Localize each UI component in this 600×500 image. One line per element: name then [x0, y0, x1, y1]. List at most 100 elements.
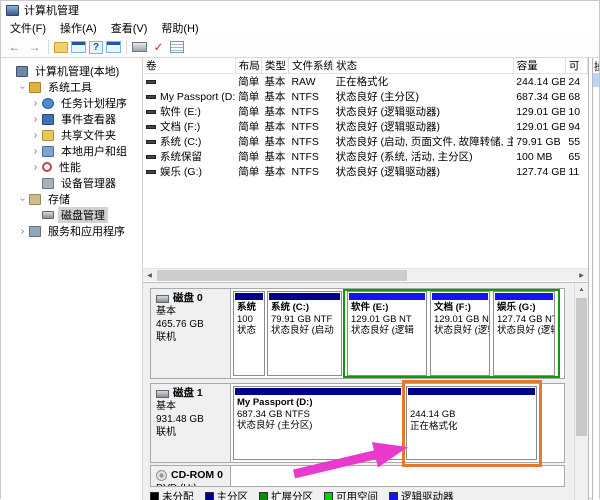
column-header-free[interactable]: 可	[565, 58, 587, 74]
column-header-layout[interactable]: 布局	[235, 58, 261, 74]
shared-folders-icon	[42, 130, 54, 141]
drive-icon[interactable]	[132, 42, 147, 52]
sidebar-item-disk-management[interactable]: 磁盘管理	[1, 207, 142, 223]
volume-row[interactable]: 娱乐 (G:)简单基本NTFS状态良好 (逻辑驱动器)127.74 GB11	[143, 164, 588, 179]
tree-item-label: 计算机管理(本地)	[32, 63, 122, 79]
actions-pane-header: 操作	[594, 59, 599, 74]
volume-icon	[146, 110, 156, 114]
horizontal-scrollbar-thumb[interactable]	[157, 270, 407, 281]
column-header-status[interactable]: 状态	[333, 58, 514, 74]
sidebar-item-storage[interactable]: 存储	[1, 191, 142, 207]
cell-type: 基本	[261, 89, 288, 104]
partition-line2: 129.01 GB NTF	[431, 314, 489, 326]
properties-icon[interactable]	[170, 41, 184, 53]
partition-text: 系统100状态	[234, 301, 264, 337]
partition-block[interactable]: 软件 (E:)129.01 GB NT状态良好 (逻辑	[347, 291, 427, 376]
cell-layout: 简单	[235, 119, 261, 134]
scroll-left-icon[interactable]: ◀	[143, 269, 156, 282]
disk-info-line: 基本	[156, 400, 225, 413]
cell-volume: 娱乐 (G:)	[143, 164, 235, 179]
disk-name: 磁盘 0	[156, 292, 225, 305]
column-header-fs[interactable]: 文件系统	[288, 58, 332, 74]
users-icon	[42, 146, 54, 157]
volume-list-pane: 卷布局类型文件系统状态容量可简单基本RAW正在格式化244.14 GB24My …	[143, 58, 588, 283]
menu-item-view[interactable]: 查看(V)	[104, 18, 155, 38]
cell-type: 基本	[261, 74, 288, 90]
legend-label: 扩展分区	[271, 489, 313, 500]
scroll-up-icon[interactable]: ▲	[575, 283, 588, 296]
volume-row[interactable]: 简单基本RAW正在格式化244.14 GB24	[143, 74, 588, 90]
partition-line1: 文档 (F:)	[431, 301, 489, 314]
cell-volume: 文档 (F:)	[143, 119, 235, 134]
sidebar-item-system-tools[interactable]: 系统工具	[1, 79, 142, 95]
menu-item-help[interactable]: 帮助(H)	[154, 18, 205, 38]
partition-type-bar	[235, 293, 263, 300]
sidebar-item-shared-folders[interactable]: 共享文件夹	[1, 127, 142, 143]
toolbar: ←→? ✓	[1, 37, 599, 58]
cell-status: 状态良好 (主分区)	[333, 89, 514, 104]
collapsed-chevron-icon[interactable]	[30, 114, 41, 125]
horizontal-scrollbar[interactable]: ◀ ▶	[143, 268, 588, 281]
partition-line3: 状态良好 (启动	[268, 325, 341, 337]
tools-icon	[29, 82, 41, 93]
menu-item-file[interactable]: 文件(F)	[3, 18, 53, 38]
partition-block[interactable]: My Passport (D:)687.34 GB NTFS状态良好 (主分区)	[233, 386, 403, 460]
volume-row[interactable]: My Passport (D:)简单基本NTFS状态良好 (主分区)687.34…	[143, 89, 588, 104]
cell-type: 基本	[261, 149, 288, 164]
legend-item-free-space: 可用空间	[324, 489, 378, 500]
actions-pane-selected-item[interactable]	[593, 73, 599, 87]
vertical-scrollbar-thumb[interactable]	[576, 298, 587, 436]
collapsed-chevron-icon[interactable]	[30, 98, 41, 109]
action-pane-icon[interactable]	[106, 41, 121, 53]
sidebar-item-task-scheduler[interactable]: 任务计划程序	[1, 95, 142, 111]
expanded-chevron-icon[interactable]	[17, 194, 28, 205]
folder-up-icon[interactable]	[54, 42, 68, 53]
disk-label-disk-1[interactable]: 磁盘 1基本931.48 GB联机	[151, 384, 231, 462]
disk-box-disk-0: 磁盘 0基本465.76 GB联机系统100状态系统 (C:)79.91 GB …	[150, 288, 565, 379]
vertical-scrollbar[interactable]: ▲	[574, 283, 588, 500]
partition-block[interactable]: 娱乐 (G:)127.74 GB NTF状态良好 (逻辑	[493, 291, 555, 376]
sidebar-item-local-users-groups[interactable]: 本地用户和组	[1, 143, 142, 159]
partition-block[interactable]: 文档 (F:)129.01 GB NTF状态良好 (逻辑	[430, 291, 490, 376]
sidebar-item-event-viewer[interactable]: 事件查看器	[1, 111, 142, 127]
tree-item-label: 系统工具	[45, 79, 95, 95]
back-icon[interactable]: ←	[6, 39, 23, 56]
partition-line3: 状态良好 (逻辑	[348, 325, 426, 337]
collapsed-chevron-icon[interactable]	[30, 162, 41, 173]
check-icon[interactable]: ✓	[150, 39, 167, 56]
column-header-volume[interactable]: 卷	[143, 58, 235, 74]
cell-volume: 系统保留	[143, 149, 235, 164]
disk-label-disk-0[interactable]: 磁盘 0基本465.76 GB联机	[151, 289, 231, 378]
cell-free: 68	[565, 89, 587, 104]
disk-info-line: 465.76 GB	[156, 318, 225, 331]
column-header-capacity[interactable]: 容量	[513, 58, 565, 74]
scroll-right-icon[interactable]: ▶	[575, 269, 588, 282]
volume-row[interactable]: 系统 (C:)简单基本NTFS状态良好 (启动, 页面文件, 故障转储, 主分区…	[143, 134, 588, 149]
volume-row[interactable]: 系统保留简单基本NTFS状态良好 (系统, 活动, 主分区)100 MB65	[143, 149, 588, 164]
forward-icon[interactable]: →	[26, 39, 43, 56]
collapsed-chevron-icon[interactable]	[30, 146, 41, 157]
console-tree-icon[interactable]	[71, 41, 86, 53]
partition-block[interactable]: 系统 (C:)79.91 GB NTF状态良好 (启动	[267, 291, 342, 376]
sidebar-item-performance[interactable]: 性能	[1, 159, 142, 175]
sidebar-item-computer-management-local[interactable]: 计算机管理(本地)	[1, 63, 142, 79]
partition-line2: 687.34 GB NTFS	[234, 409, 402, 421]
partition-block[interactable]: 244.14 GB正在格式化	[406, 386, 537, 460]
column-header-type[interactable]: 类型	[261, 58, 288, 74]
partition-block[interactable]: 系统100状态	[233, 291, 265, 376]
disk-label-cd-rom-0[interactable]: CD-ROM 0DVD (H:)	[151, 466, 231, 486]
collapsed-chevron-icon[interactable]	[17, 226, 28, 237]
menu-item-action[interactable]: 操作(A)	[53, 18, 104, 38]
collapsed-chevron-icon[interactable]	[30, 130, 41, 141]
tree-item-label: 磁盘管理	[58, 207, 108, 223]
volume-row[interactable]: 文档 (F:)简单基本NTFS状态良好 (逻辑驱动器)129.01 GB94	[143, 119, 588, 134]
partition-text: 娱乐 (G:)127.74 GB NTF状态良好 (逻辑	[494, 301, 554, 337]
sidebar-item-services-applications[interactable]: 服务和应用程序	[1, 223, 142, 239]
partition-line2: 244.14 GB	[407, 409, 536, 421]
expanded-chevron-icon[interactable]	[17, 82, 28, 93]
disk-icon	[156, 390, 169, 398]
sidebar-item-device-manager[interactable]: 设备管理器	[1, 175, 142, 191]
cell-capacity: 129.01 GB	[513, 104, 565, 119]
help-icon[interactable]: ?	[89, 41, 103, 54]
volume-row[interactable]: 软件 (E:)简单基本NTFS状态良好 (逻辑驱动器)129.01 GB10	[143, 104, 588, 119]
